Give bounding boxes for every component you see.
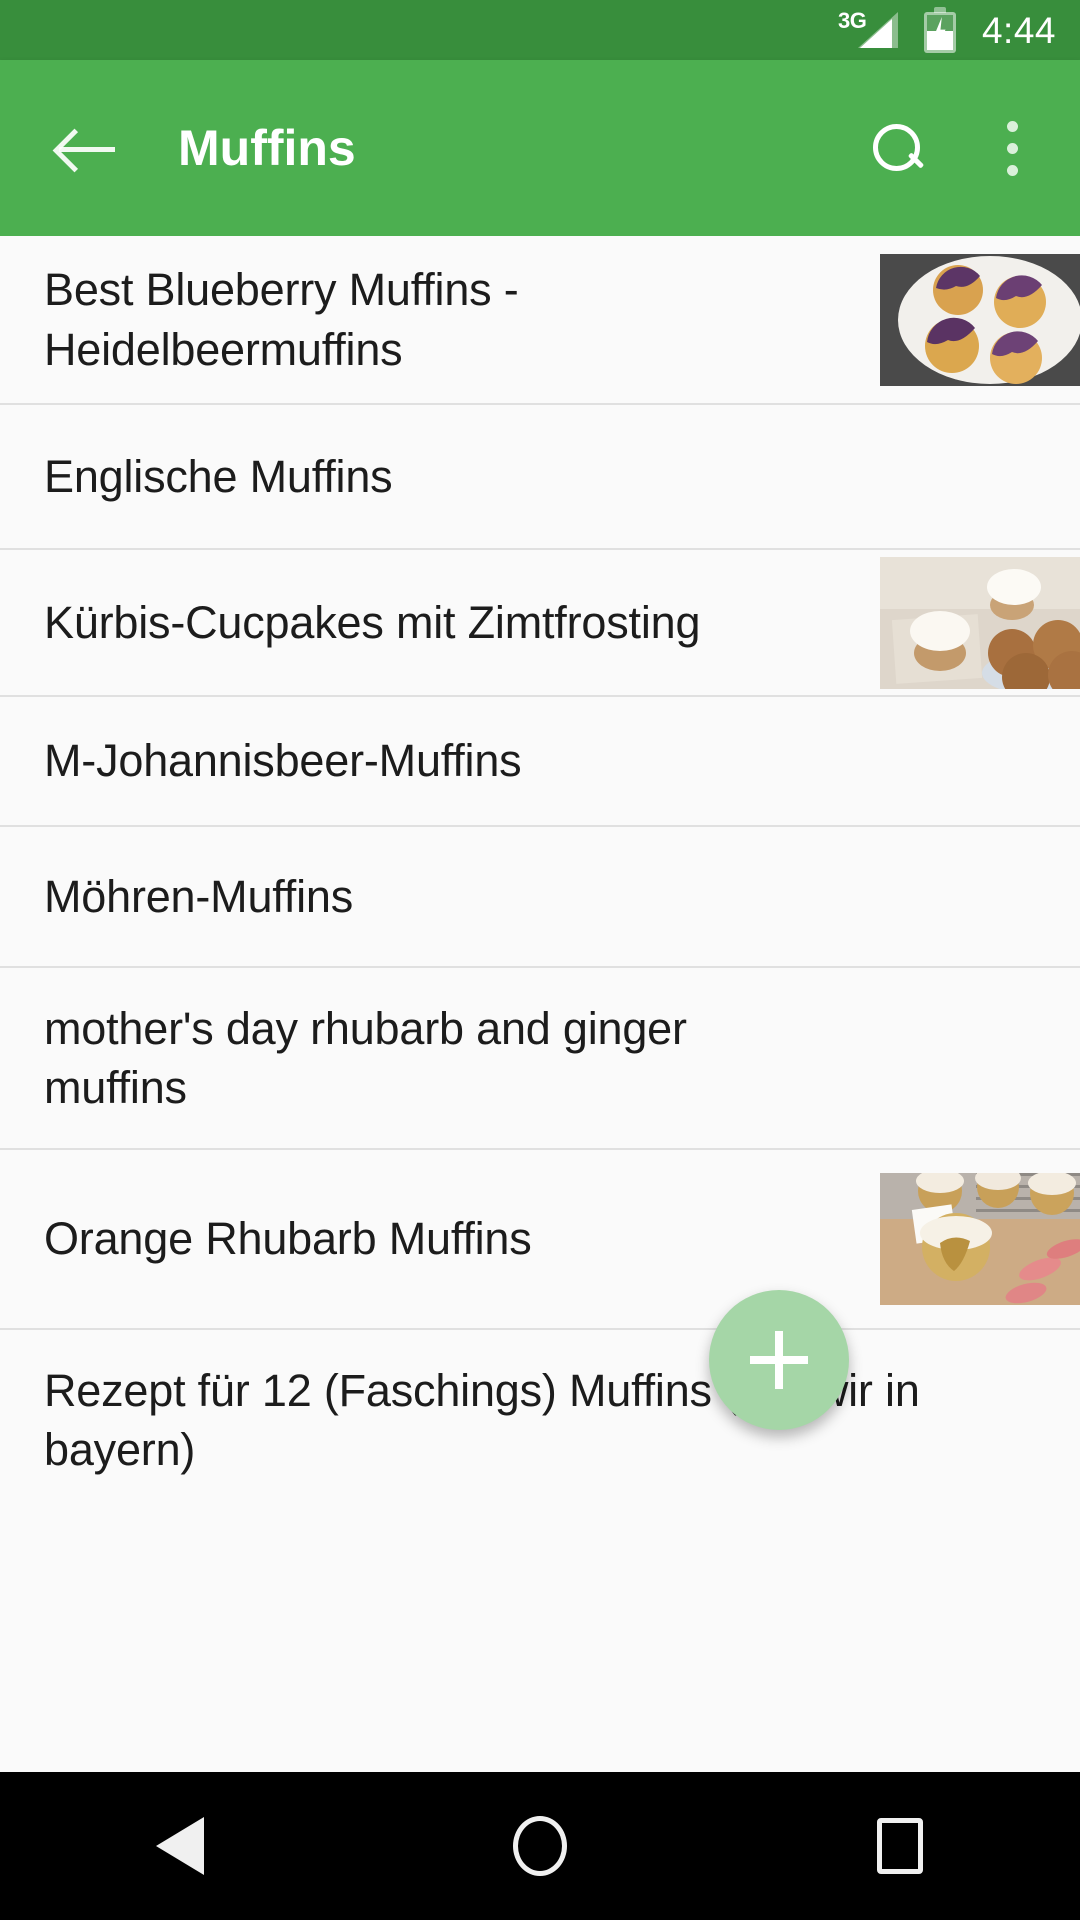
list-item-thumbnail <box>880 556 1080 689</box>
list-item[interactable]: mother's day rhubarb and ginger muffins <box>0 968 1080 1150</box>
plus-icon <box>750 1331 808 1389</box>
list-item-title: Rezept für 12 (Faschings) Muffins (BR-wi… <box>44 1364 920 1475</box>
page-title: Muffins <box>178 120 356 176</box>
list-item-title: M-Johannisbeer-Muffins <box>44 735 522 787</box>
list-item-title: Englische Muffins <box>44 450 393 502</box>
list-item[interactable]: M-Johannisbeer-Muffins <box>0 697 1080 827</box>
status-bar-icons: 3G 4:44 <box>838 7 1056 53</box>
nav-recents-icon <box>877 1818 923 1874</box>
recipe-list[interactable]: Best Blueberry Muffins - Heidelbeermuffi… <box>0 236 1080 1772</box>
list-item-thumbnail <box>880 253 1080 386</box>
android-navigation-bar <box>0 1772 1080 1920</box>
list-item[interactable]: Kürbis-Cucpakes mit Zimtfrosting <box>0 550 1080 697</box>
app-bar: Muffins <box>0 60 1080 236</box>
list-item[interactable]: Rezept für 12 (Faschings) Muffins (BR-wi… <box>0 1330 1080 1510</box>
phone-screen: 3G 4:44 Muffins Best Blueberry Muffins -… <box>0 0 1080 1920</box>
list-item[interactable]: Möhren-Muffins <box>0 827 1080 968</box>
back-button[interactable] <box>32 93 142 203</box>
nav-home-icon <box>513 1816 567 1876</box>
list-item-thumbnail <box>880 1173 1080 1305</box>
nav-back-icon <box>156 1817 204 1875</box>
signal-3g-icon: 3G <box>838 8 900 52</box>
add-recipe-fab[interactable] <box>709 1290 849 1430</box>
list-item-title: Best Blueberry Muffins - Heidelbeermuffi… <box>44 264 519 375</box>
search-icon <box>871 122 923 174</box>
nav-recents-button[interactable] <box>810 1772 990 1920</box>
list-item-title: Orange Rhubarb Muffins <box>44 1213 532 1265</box>
list-item[interactable]: Englische Muffins <box>0 405 1080 550</box>
list-item[interactable]: Best Blueberry Muffins - Heidelbeermuffi… <box>0 236 1080 405</box>
list-item-title: mother's day rhubarb and ginger muffins <box>44 1002 687 1113</box>
search-button[interactable] <box>842 93 952 203</box>
list-item-title: Möhren-Muffins <box>44 870 353 922</box>
list-item[interactable]: Orange Rhubarb Muffins <box>0 1150 1080 1330</box>
network-type-label: 3G <box>837 8 867 33</box>
battery-charging-icon <box>923 7 956 53</box>
overflow-menu-icon <box>1006 120 1018 132</box>
nav-home-button[interactable] <box>450 1772 630 1920</box>
list-item-title: Kürbis-Cucpakes mit Zimtfrosting <box>44 596 701 648</box>
nav-back-button[interactable] <box>90 1772 270 1920</box>
overflow-menu-button[interactable] <box>962 93 1062 203</box>
status-bar-clock: 4:44 <box>981 9 1056 51</box>
back-arrow-icon <box>59 128 115 168</box>
status-bar: 3G 4:44 <box>0 0 1080 60</box>
